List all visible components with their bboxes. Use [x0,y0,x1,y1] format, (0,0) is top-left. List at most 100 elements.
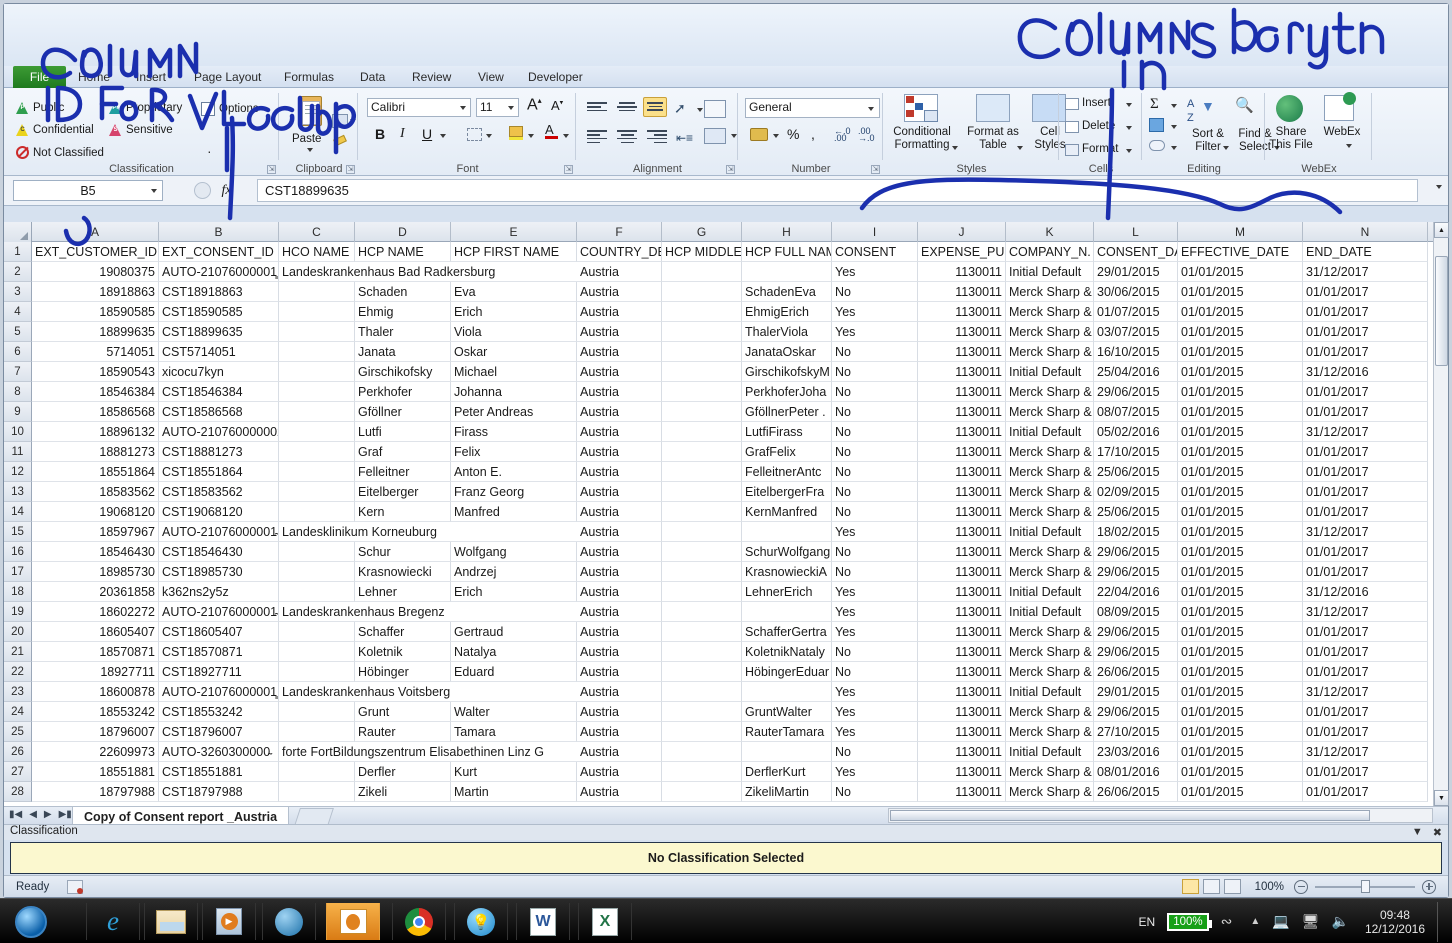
grid-cell[interactable] [279,442,355,462]
classification-dialog-launcher[interactable]: ⇲ [267,165,276,174]
grid-cell[interactable]: 01/01/2017 [1303,342,1428,362]
grid-cell[interactable]: Merck Sharp & [1006,302,1094,322]
scroll-up-icon[interactable]: ▲ [1434,222,1449,238]
grid-cell[interactable] [662,322,742,342]
grid-cell[interactable]: 31/12/2017 [1303,602,1428,622]
grid-cell[interactable]: HCP FULL NAM [742,242,832,262]
grid-cell[interactable]: Walter [451,702,577,722]
grid-cell[interactable]: 18570871 [32,642,159,662]
grid-cell[interactable]: 01/01/2017 [1303,442,1428,462]
grid-cell[interactable]: RauterTamara [742,722,832,742]
grid-cell[interactable]: Eva [451,282,577,302]
grid-cell[interactable]: COUNTRY_DE [577,242,662,262]
grid-cell[interactable]: Landeskrankenhaus Bad Radkersburg [279,262,577,282]
orientation-icon[interactable]: ➚ [674,100,686,117]
page-break-view-icon[interactable] [1223,879,1241,894]
grid-cell[interactable]: 01/01/2017 [1303,782,1428,802]
grid-cell[interactable]: COMPANY_N. [1006,242,1094,262]
grid-cell[interactable]: 18551881 [32,762,159,782]
grid-cell[interactable]: Wolfgang [451,542,577,562]
format-cells-label[interactable]: Format [1082,143,1118,155]
grid-cell[interactable]: Merck Sharp & [1006,462,1094,482]
grid-cell[interactable]: Andrzej [451,562,577,582]
font-family-select[interactable]: Calibri [367,98,471,117]
grid-cell[interactable]: Austria [577,422,662,442]
tab-developer[interactable]: Developer [520,66,591,88]
grid-cell[interactable]: Janata [355,342,451,362]
format-dropdown-icon[interactable] [1126,149,1132,153]
grid-cell[interactable]: HCP NAME [355,242,451,262]
formula-input[interactable]: CST18899635 [257,179,1418,202]
grid-cell[interactable]: Kern [355,502,451,522]
grid-cell[interactable]: 01/01/2017 [1303,702,1428,722]
grid-cell[interactable]: 01/01/2017 [1303,562,1428,582]
grid-cell[interactable]: 18985730 [32,562,159,582]
grid-cell[interactable]: 1130011 [918,742,1006,762]
grid-cell[interactable]: Merck Sharp & [1006,402,1094,422]
grid-cell[interactable]: Yes [832,302,918,322]
grid-cell[interactable] [662,582,742,602]
zoom-slider[interactable] [1315,879,1415,894]
grid-cell[interactable]: Merck Sharp & [1006,762,1094,782]
grid-cell[interactable]: 1130011 [918,642,1006,662]
select-all-corner[interactable] [4,222,32,242]
delete-cells-icon[interactable] [1065,121,1079,133]
grid-cell[interactable] [662,502,742,522]
column-header-g[interactable]: G [662,222,742,242]
font-dialog-launcher[interactable]: ⇲ [564,165,573,174]
conditional-formatting-dropdown-icon[interactable] [952,146,958,150]
row-header[interactable]: 23 [4,682,32,702]
grid-cell[interactable]: Merck Sharp & [1006,622,1094,642]
grid-cell[interactable]: 1130011 [918,562,1006,582]
grid-cell[interactable]: LutfiFirass [742,422,832,442]
column-header-j[interactable]: J [918,222,1006,242]
grid-cell[interactable]: Austria [577,662,662,682]
grid-cell[interactable]: ThalerViola [742,322,832,342]
grid-cell[interactable]: 1130011 [918,302,1006,322]
grid-cell[interactable]: No [832,742,918,762]
grid-cell[interactable]: Yes [832,702,918,722]
grid-cell[interactable]: GirschikofskyM [742,362,832,382]
font-size-select[interactable]: 11 [476,98,519,117]
grid-cell[interactable]: 01/01/2015 [1178,282,1303,302]
grid-cell[interactable]: Landesklinikum Korneuburg [279,522,577,542]
grid-cell[interactable]: No [832,482,918,502]
grid-cell[interactable]: 1130011 [918,262,1006,282]
grid-cell[interactable] [279,422,355,442]
grid-cell[interactable]: Merck Sharp & [1006,782,1094,802]
grid-cell[interactable]: 01/01/2015 [1178,662,1303,682]
grid-cell[interactable]: Schur [355,542,451,562]
grid-cell[interactable]: Ehmig [355,302,451,322]
grid-cell[interactable] [662,622,742,642]
expand-formula-bar-icon[interactable] [1436,185,1442,189]
grid-cell[interactable]: 16/10/2015 [1094,342,1178,362]
page-layout-view-icon[interactable] [1202,879,1220,894]
grid-cell[interactable] [662,742,742,762]
grid-cell[interactable]: Austria [577,642,662,662]
grid-cell[interactable]: k362ns2y5z [159,582,279,602]
grid-cell[interactable]: Lehner [355,582,451,602]
grid-cell[interactable] [279,662,355,682]
grid-cell[interactable] [662,782,742,802]
grid-cell[interactable]: 1130011 [918,282,1006,302]
clock[interactable]: 09:48 12/12/2016 [1365,908,1425,936]
grid-cell[interactable]: No [832,562,918,582]
battery-indicator[interactable]: 100% [1167,912,1213,931]
fill-color-dropdown-icon[interactable] [528,134,534,138]
grid-cell[interactable]: xicocu7kyn [159,362,279,382]
grid-cell[interactable]: CST18927711 [159,662,279,682]
grid-cell[interactable]: 18600878 [32,682,159,702]
grid-cell[interactable]: No [832,662,918,682]
grid-cell[interactable]: CST18583562 [159,482,279,502]
currency-icon[interactable] [750,128,768,141]
row-header[interactable]: 4 [4,302,32,322]
grid-cell[interactable]: 1130011 [918,502,1006,522]
underline-button[interactable]: U [422,126,432,142]
grid-cell[interactable]: EXT_CUSTOMER_ID [32,242,159,262]
row-header[interactable]: 14 [4,502,32,522]
grid-cell[interactable]: 01/01/2015 [1178,742,1303,762]
grid-cell[interactable]: Austria [577,602,662,622]
autosum-icon[interactable]: Σ [1150,96,1159,113]
grid-cell[interactable]: ZikeliMartin [742,782,832,802]
grid-cell[interactable]: 23/03/2016 [1094,742,1178,762]
